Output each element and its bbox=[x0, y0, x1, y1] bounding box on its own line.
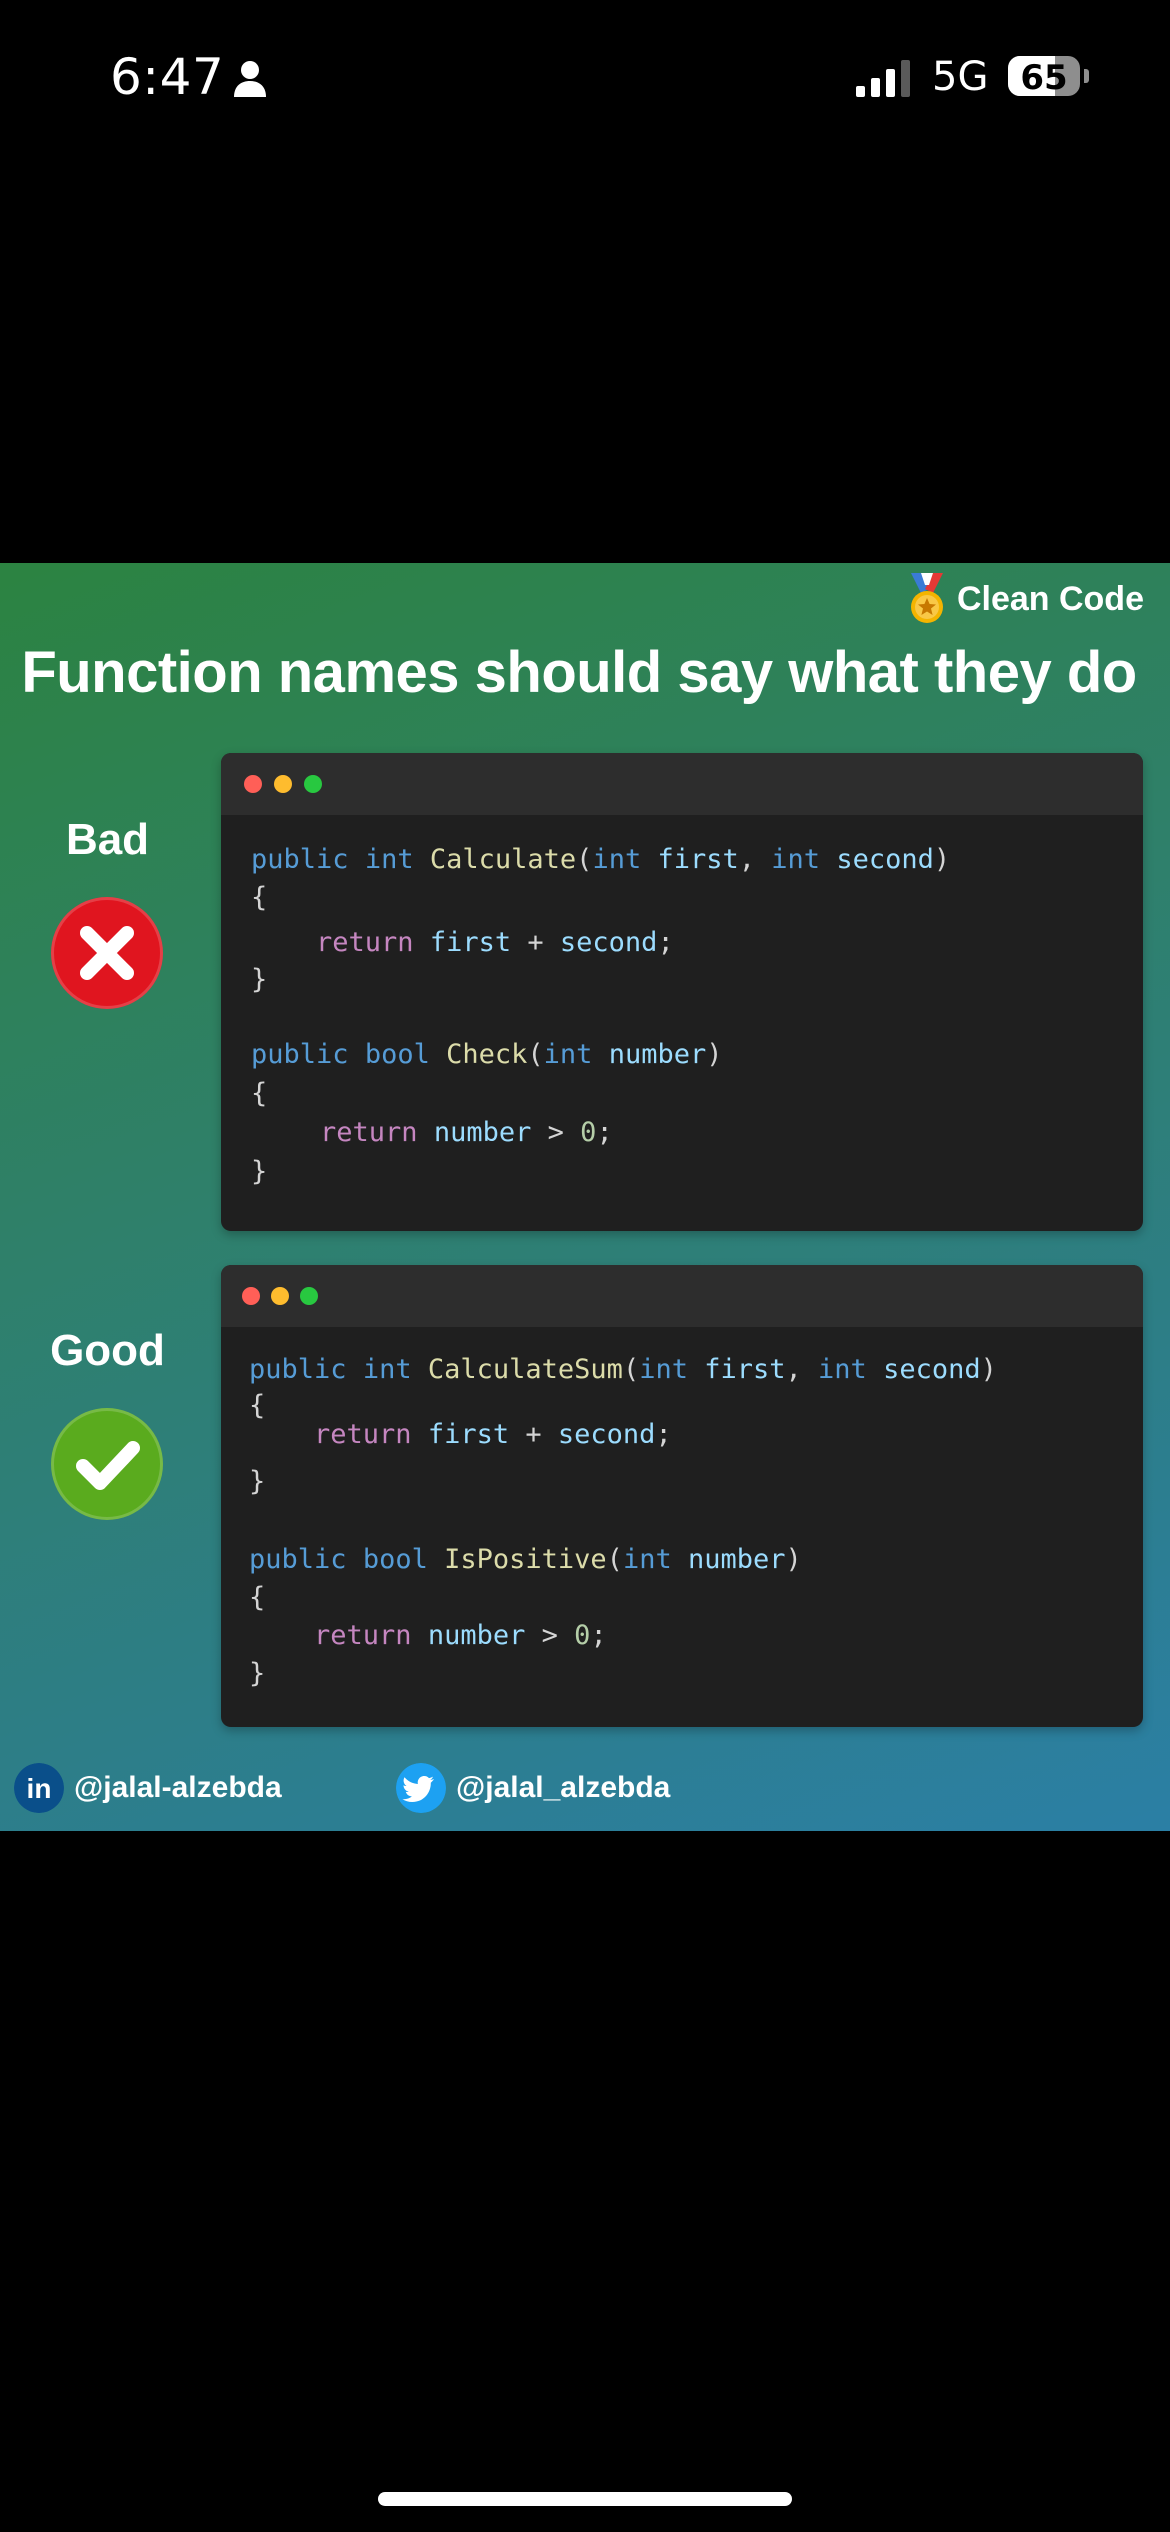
code-line: public int Calculate(int first, int seco… bbox=[251, 844, 951, 875]
post-image: Clean Code Function names should say wha… bbox=[0, 563, 1170, 1831]
home-indicator[interactable] bbox=[378, 2492, 792, 2506]
twitter-handle-text: @jalal_alzebda bbox=[456, 1771, 671, 1804]
code-line: return number > 0; bbox=[314, 1620, 607, 1651]
code-line: } bbox=[251, 1156, 268, 1187]
bad-code-block: public int Calculate(int first, int seco… bbox=[221, 815, 1143, 1187]
status-time: 6:47 bbox=[110, 48, 225, 106]
window-close-dot bbox=[242, 1287, 260, 1305]
linkedin-icon: in bbox=[14, 1763, 64, 1813]
network-type: 5G bbox=[932, 54, 989, 100]
x-icon bbox=[80, 926, 134, 980]
window-maximize-dot bbox=[300, 1287, 318, 1305]
check-icon bbox=[76, 1441, 140, 1490]
twitter-icon bbox=[396, 1763, 446, 1813]
window-close-dot bbox=[244, 775, 262, 793]
good-badge bbox=[51, 1408, 163, 1520]
window-minimize-dot bbox=[271, 1287, 289, 1305]
bad-label: Bad bbox=[65, 815, 150, 864]
code-line: public int CalculateSum(int first, int s… bbox=[249, 1354, 997, 1385]
code-line: return first + second; bbox=[314, 1419, 672, 1450]
window-titlebar bbox=[221, 1265, 1143, 1327]
bad-code-window: public int Calculate(int first, int seco… bbox=[221, 753, 1143, 1231]
code-line: } bbox=[249, 1658, 266, 1689]
linkedin-handle[interactable]: in @jalal-alzebda bbox=[14, 1762, 282, 1814]
code-line: { bbox=[251, 882, 268, 913]
code-line: } bbox=[249, 1466, 266, 1497]
headline: Function names should say what they do bbox=[21, 640, 1137, 705]
good-code-window: public int CalculateSum(int first, int s… bbox=[221, 1265, 1143, 1727]
svg-text:in: in bbox=[27, 1773, 52, 1804]
code-line: { bbox=[251, 1078, 268, 1109]
linkedin-handle-text: @jalal-alzebda bbox=[74, 1771, 282, 1804]
battery-icon: 65 bbox=[1008, 56, 1089, 98]
code-line: public bool Check(int number) bbox=[251, 1039, 723, 1070]
code-line: { bbox=[249, 1582, 266, 1613]
bad-badge bbox=[51, 897, 163, 1009]
twitter-handle[interactable]: @jalal_alzebda bbox=[396, 1762, 670, 1814]
brand-tag: Clean Code bbox=[905, 573, 1144, 625]
signal-icon bbox=[856, 60, 910, 97]
window-titlebar bbox=[221, 753, 1143, 815]
code-line: return number > 0; bbox=[320, 1117, 613, 1148]
code-line: } bbox=[251, 964, 268, 995]
brand-label: Clean Code bbox=[956, 579, 1144, 618]
window-minimize-dot bbox=[274, 775, 292, 793]
code-line: public bool IsPositive(int number) bbox=[249, 1544, 802, 1575]
code-line: return first + second; bbox=[316, 927, 674, 958]
good-label: Good bbox=[50, 1326, 165, 1375]
good-code-block: public int CalculateSum(int first, int s… bbox=[221, 1327, 1143, 1689]
window-maximize-dot bbox=[304, 775, 322, 793]
person-icon bbox=[234, 61, 266, 97]
medal-icon bbox=[910, 573, 943, 623]
status-bar: 6:47 5G 65 bbox=[0, 0, 1170, 160]
battery-percent: 65 bbox=[1020, 58, 1068, 98]
